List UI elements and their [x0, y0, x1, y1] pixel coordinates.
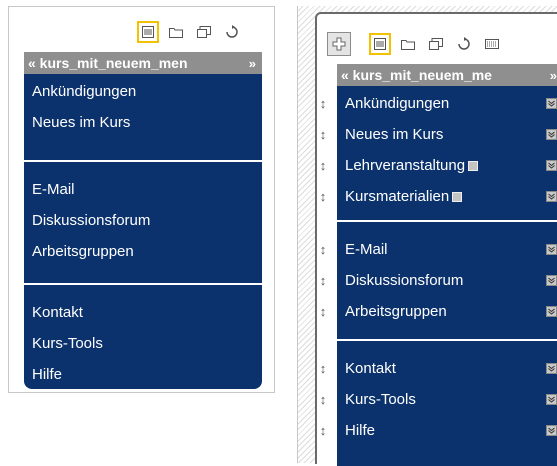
- list-icon[interactable]: [369, 33, 391, 55]
- expand-icon[interactable]: [546, 98, 557, 109]
- menu-header[interactable]: « kurs_mit_neuem_men »: [24, 52, 262, 74]
- menu-item[interactable]: Ankündigungen: [24, 76, 262, 107]
- menu-title: « kurs_mit_neuem_me: [341, 67, 492, 83]
- menu-item[interactable]: ↕ Kurs-Tools: [320, 384, 557, 415]
- drag-handle-icon[interactable]: ↕: [317, 423, 329, 438]
- right-course-menu: « kurs_mit_neuem_me » ↕ Ankündigungen ↕ …: [320, 64, 557, 466]
- left-panel: « kurs_mit_neuem_men » Ankündigungen Neu…: [8, 6, 275, 393]
- menu-item[interactable]: ↕ Kontakt: [320, 353, 557, 384]
- menu-group-help: ↕ Kontakt ↕ Kurs-Tools ↕ Hilfe: [320, 341, 557, 450]
- menu-item[interactable]: Diskussionsforum: [24, 205, 262, 236]
- expand-icon[interactable]: [546, 394, 557, 405]
- drag-handle-icon[interactable]: ↕: [317, 127, 329, 142]
- menu-item[interactable]: ↕ Hilfe: [320, 415, 557, 446]
- window-icon[interactable]: [425, 33, 447, 55]
- left-course-menu: « kurs_mit_neuem_men » Ankündigungen Neu…: [24, 52, 262, 389]
- menu-item[interactable]: E-Mail: [24, 174, 262, 205]
- folder-icon[interactable]: [397, 33, 419, 55]
- list-icon[interactable]: [137, 21, 159, 43]
- menu-item[interactable]: ↕ Arbeitsgruppen: [320, 296, 557, 327]
- menu-title: « kurs_mit_neuem_men: [28, 55, 188, 71]
- right-menu-card: « kurs_mit_neuem_me » ↕ Ankündigungen ↕ …: [315, 12, 557, 466]
- menu-group-collaboration: ↕ E-Mail ↕ Diskussionsforum ↕ Arbeitsgru…: [320, 222, 557, 331]
- drag-handle-icon[interactable]: ↕: [317, 158, 329, 173]
- expand-icon[interactable]: [546, 363, 557, 374]
- menu-header[interactable]: « kurs_mit_neuem_me »: [337, 64, 557, 86]
- submenu-icon: [468, 160, 479, 171]
- expand-icon[interactable]: [546, 191, 557, 202]
- drag-handle-icon[interactable]: ↕: [317, 392, 329, 407]
- add-icon[interactable]: [327, 32, 351, 56]
- expand-icon[interactable]: [546, 160, 557, 171]
- expand-icon[interactable]: [546, 306, 557, 317]
- menu-item[interactable]: Neues im Kurs: [24, 107, 262, 138]
- refresh-icon[interactable]: [221, 21, 243, 43]
- menu-item[interactable]: Hilfe: [24, 359, 262, 390]
- drag-handle-icon[interactable]: ↕: [317, 242, 329, 257]
- drag-handle-icon[interactable]: ↕: [317, 96, 329, 111]
- drag-handle-icon[interactable]: ↕: [317, 189, 329, 204]
- menu-item[interactable]: ↕ Kursmaterialien: [320, 181, 557, 212]
- expand-icon[interactable]: [546, 275, 557, 286]
- submenu-icon: [452, 191, 463, 202]
- chevron-right-icon[interactable]: »: [550, 68, 557, 83]
- menu-group-help: Kontakt Kurs-Tools Hilfe: [24, 285, 262, 394]
- right-panel: « kurs_mit_neuem_me » ↕ Ankündigungen ↕ …: [297, 6, 557, 466]
- menu-item[interactable]: Kurs-Tools: [24, 328, 262, 359]
- menu-group-communication: ↕ Ankündigungen ↕ Neues im Kurs ↕ Lehrve…: [320, 86, 557, 216]
- menu-item[interactable]: Arbeitsgruppen: [24, 236, 262, 267]
- folder-icon[interactable]: [165, 21, 187, 43]
- menu-group-collaboration: E-Mail Diskussionsforum Arbeitsgruppen: [24, 162, 262, 271]
- menu-item[interactable]: ↕ Diskussionsforum: [320, 265, 557, 296]
- left-toolbar: [137, 21, 249, 43]
- menu-item[interactable]: ↕ E-Mail: [320, 234, 557, 265]
- expand-icon[interactable]: [546, 425, 557, 436]
- window-icon[interactable]: [193, 21, 215, 43]
- right-toolbar: [327, 32, 509, 56]
- menu-group-communication: Ankündigungen Neues im Kurs: [24, 74, 262, 142]
- drag-handle-icon[interactable]: ↕: [317, 273, 329, 288]
- expand-icon[interactable]: [546, 129, 557, 140]
- menu-item[interactable]: ↕ Lehrveranstaltung: [320, 150, 557, 181]
- refresh-icon[interactable]: [453, 33, 475, 55]
- drag-handle-icon[interactable]: ↕: [317, 361, 329, 376]
- expand-icon[interactable]: [546, 244, 557, 255]
- menu-item[interactable]: ↕ Neues im Kurs: [320, 119, 557, 150]
- chevron-right-icon[interactable]: »: [249, 56, 256, 71]
- menu-item[interactable]: ↕ Ankündigungen: [320, 88, 557, 119]
- keyboard-icon[interactable]: [481, 33, 503, 55]
- menu-item[interactable]: Kontakt: [24, 297, 262, 328]
- drag-handle-icon[interactable]: ↕: [317, 304, 329, 319]
